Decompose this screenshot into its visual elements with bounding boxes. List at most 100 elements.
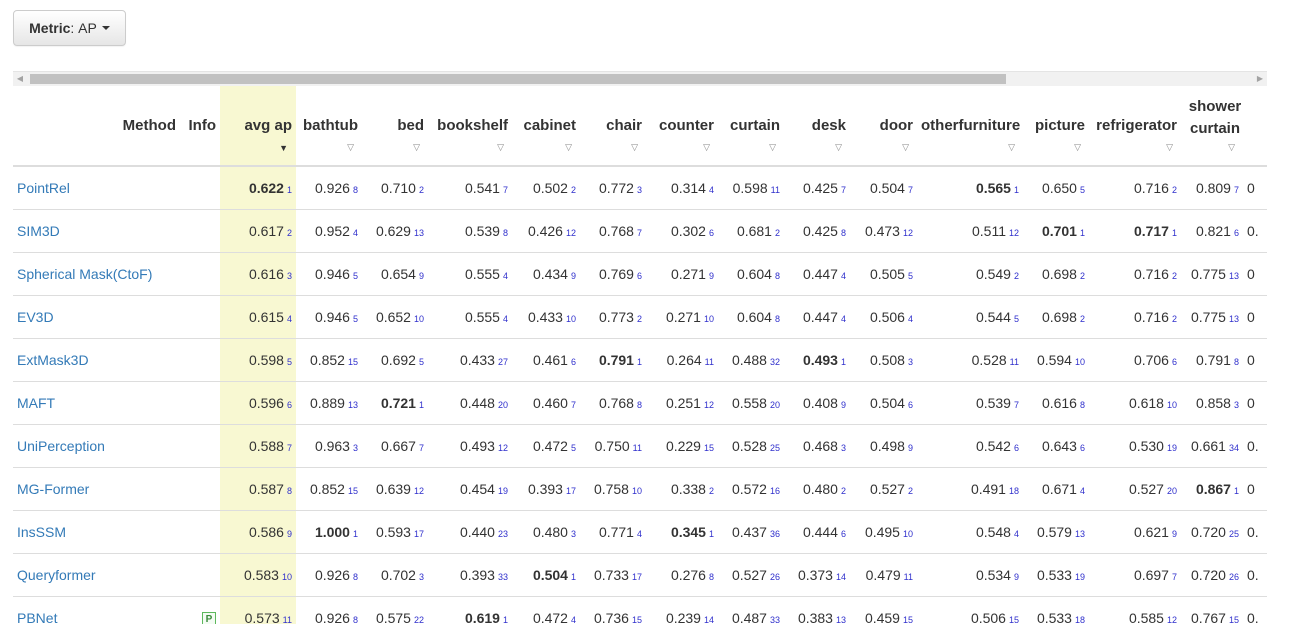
sort-desc-icon[interactable]: ▼ (279, 143, 288, 153)
table-row: PointRel 0.622 1 0.926 8 0.710 2 0.541 7 0.502 2 0.… (13, 166, 1267, 210)
score-cell: 0.239 14 (646, 596, 718, 624)
sort-icon[interactable]: ▽ (631, 142, 638, 153)
score-cell: 0.681 2 (718, 209, 784, 253)
sort-icon[interactable]: ▽ (703, 142, 710, 153)
score-value: 0.558 (731, 395, 767, 411)
rank-value: 5 (286, 357, 292, 367)
scrollbar-thumb[interactable] (30, 74, 1006, 84)
column-header-bathtub[interactable]: bathtub ▽ (296, 86, 362, 167)
sort-icon[interactable]: ▽ (1074, 142, 1081, 153)
score-value: 0.314 (670, 180, 706, 196)
sort-icon[interactable]: ▽ (902, 142, 909, 153)
partial-cell: 0. (1243, 209, 1267, 253)
rank-value: 4 (352, 228, 358, 238)
score-cell: 0.302 6 (646, 209, 718, 253)
column-header-desk[interactable]: desk ▽ (784, 86, 850, 167)
score-cell: 0.768 8 (580, 381, 646, 425)
sort-icon[interactable]: ▽ (347, 142, 354, 153)
method-link[interactable]: MAFT (17, 395, 55, 411)
sort-icon[interactable]: ▽ (769, 142, 776, 153)
score-value: 0.539 (464, 223, 500, 239)
score-value: 0.622 (248, 180, 284, 196)
rank-value: 8 (352, 185, 358, 195)
rank-value: 1 (502, 615, 508, 624)
column-header-info[interactable]: Info (180, 86, 220, 167)
column-header-avg-ap[interactable]: avg ap ▼ (220, 86, 296, 167)
info-cell: P (180, 596, 220, 624)
column-header-label: cabinet (523, 117, 576, 134)
column-header-counter[interactable]: counter ▽ (646, 86, 718, 167)
score-value: 0.698 (1041, 266, 1077, 282)
sort-icon[interactable]: ▽ (1166, 142, 1173, 153)
score-cell: 0.710 2 (362, 166, 428, 210)
method-link[interactable]: ExtMask3D (17, 352, 89, 368)
column-header-refrigerator[interactable]: refrigerator ▽ (1089, 86, 1181, 167)
score-cell: 0.587 8 (220, 467, 296, 511)
column-header-label: bed (397, 117, 424, 134)
rank-value: 2 (1079, 271, 1085, 281)
rank-value: 12 (1008, 228, 1019, 238)
method-link[interactable]: InsSSM (17, 524, 66, 540)
sort-icon[interactable]: ▽ (1228, 142, 1235, 153)
rank-value: 11 (282, 615, 292, 624)
column-header-picture[interactable]: picture ▽ (1023, 86, 1089, 167)
method-link[interactable]: PointRel (17, 180, 70, 196)
rank-value: 11 (1009, 357, 1019, 367)
column-header-chair[interactable]: chair ▽ (580, 86, 646, 167)
metric-dropdown-button[interactable]: Metric: AP (13, 10, 126, 46)
score-value: 0.639 (375, 481, 411, 497)
score-cell: 0.643 6 (1023, 424, 1089, 468)
scroll-right-icon[interactable]: ▶ (1253, 72, 1267, 86)
score-cell: 0.473 12 (850, 209, 917, 253)
score-cell: 0.775 13 (1181, 295, 1243, 339)
rank-value: 12 (703, 400, 714, 410)
publication-badge-icon[interactable]: P (202, 612, 216, 624)
method-link[interactable]: Queryformer (17, 567, 96, 583)
score-cell: 0.527 20 (1089, 467, 1181, 511)
rank-value: 4 (1013, 529, 1019, 539)
sort-icon[interactable]: ▽ (835, 142, 842, 153)
sort-icon[interactable]: ▽ (565, 142, 572, 153)
column-header-method[interactable]: Method (13, 86, 180, 167)
score-cell: 0.946 5 (296, 252, 362, 296)
score-value: 0.946 (314, 266, 350, 282)
rank-value: 11 (770, 185, 780, 195)
column-header-otherfurniture[interactable]: otherfurniture ▽ (917, 86, 1023, 167)
column-header-door[interactable]: door ▽ (850, 86, 917, 167)
method-cell: InsSSM (13, 510, 180, 554)
rank-value: 9 (1171, 529, 1177, 539)
rank-value: 3 (840, 443, 846, 453)
method-link[interactable]: Spherical Mask(CtoF) (17, 266, 152, 282)
sort-icon[interactable]: ▽ (413, 142, 420, 153)
method-cell: EV3D (13, 295, 180, 339)
horizontal-scrollbar[interactable]: ◀ ▶ (13, 71, 1267, 86)
column-header-cabinet[interactable]: cabinet ▽ (512, 86, 580, 167)
column-header-shower-curtain[interactable]: shower curtain ▽ (1181, 86, 1243, 167)
score-cell: 0.598 5 (220, 338, 296, 382)
rank-value: 10 (565, 314, 576, 324)
sort-icon[interactable]: ▽ (497, 142, 504, 153)
rank-value: 6 (1013, 443, 1019, 453)
method-cell: MG-Former (13, 467, 180, 511)
method-link[interactable]: SIM3D (17, 223, 60, 239)
score-value: 0.717 (1133, 223, 1169, 239)
score-value: 0.276 (670, 567, 706, 583)
score-cell: 0.480 3 (512, 510, 580, 554)
score-cell: 0.585 12 (1089, 596, 1181, 624)
scroll-left-icon[interactable]: ◀ (13, 72, 27, 86)
method-link[interactable]: PBNet (17, 610, 57, 624)
score-value: 0.852 (309, 481, 345, 497)
score-value: 0.447 (802, 266, 838, 282)
method-link[interactable]: EV3D (17, 309, 54, 325)
method-link[interactable]: UniPerception (17, 438, 105, 454)
method-link[interactable]: MG-Former (17, 481, 89, 497)
score-cell: 0.721 1 (362, 381, 428, 425)
score-value: 0.239 (665, 610, 701, 624)
table-header-row: Method Info avg ap ▼ bathtub ▽ bed ▽ bookshelf… (13, 86, 1267, 167)
column-header-curtain[interactable]: curtain ▽ (718, 86, 784, 167)
column-header-bookshelf[interactable]: bookshelf ▽ (428, 86, 512, 167)
sort-icon[interactable]: ▽ (1008, 142, 1015, 153)
column-header-bed[interactable]: bed ▽ (362, 86, 428, 167)
table-row: UniPerception 0.588 7 0.963 3 0.667 7 0.493 12 0.… (13, 424, 1267, 468)
score-value: 0.444 (802, 524, 838, 540)
